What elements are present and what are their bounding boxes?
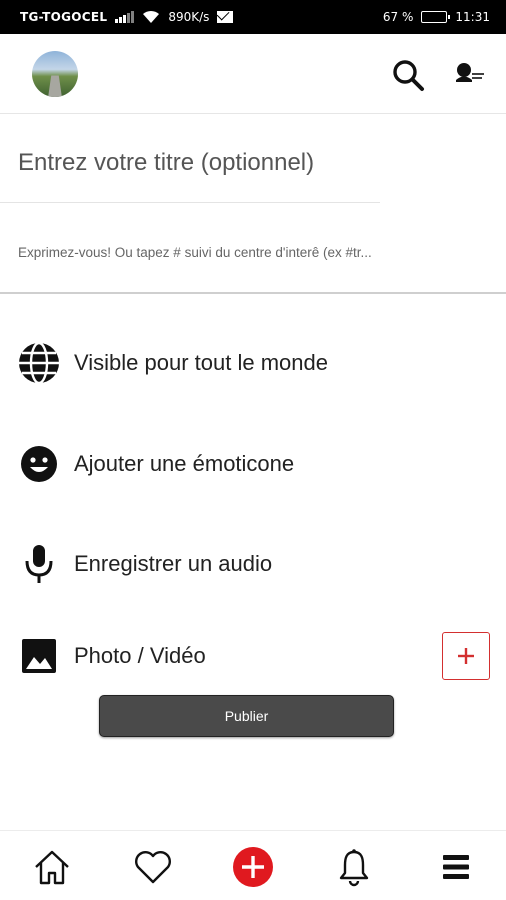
title-divider xyxy=(0,202,380,203)
status-bar: TG-TOGOCEL 890K/s 67 % 11:31 xyxy=(0,0,506,34)
emoji-option[interactable]: Ajouter une émoticone xyxy=(16,440,294,488)
option-label: Ajouter une émoticone xyxy=(74,451,295,476)
home-icon xyxy=(35,850,69,885)
photo-video-option[interactable]: Photo / Vidéo xyxy=(16,632,206,680)
status-right: 67 % 11:31 xyxy=(383,10,490,24)
add-media-button[interactable] xyxy=(442,632,490,680)
avatar[interactable] xyxy=(32,51,78,97)
option-label: Visible pour tout le monde xyxy=(74,350,328,375)
image-icon xyxy=(16,633,62,679)
carrier-name: TG-TOGOCEL xyxy=(20,10,108,24)
search-icon[interactable] xyxy=(391,58,425,92)
app-header xyxy=(0,34,506,114)
publish-button[interactable]: Publier xyxy=(99,695,394,737)
option-label: Photo / Vidéo xyxy=(74,643,206,668)
audio-option[interactable]: Enregistrer un audio xyxy=(16,540,272,588)
title-input[interactable] xyxy=(18,138,478,188)
menu-icon xyxy=(443,855,469,879)
profile-icon[interactable] xyxy=(452,60,486,88)
battery-percent: 67 % xyxy=(382,10,414,24)
battery-icon xyxy=(421,11,451,23)
wifi-icon xyxy=(143,10,160,23)
nav-menu[interactable] xyxy=(434,845,478,889)
nav-home[interactable] xyxy=(30,845,74,889)
nav-notifications[interactable] xyxy=(332,845,376,889)
network-speed: 890K/s xyxy=(168,10,210,24)
heart-icon xyxy=(135,851,171,884)
visibility-option[interactable]: Visible pour tout le monde xyxy=(16,339,328,387)
status-left: TG-TOGOCEL 890K/s xyxy=(20,10,234,24)
nav-create[interactable] xyxy=(231,845,275,889)
microphone-icon xyxy=(16,541,62,587)
bell-icon xyxy=(339,849,369,887)
body-input[interactable] xyxy=(18,236,494,268)
add-icon xyxy=(233,847,273,887)
globe-icon xyxy=(16,340,62,386)
emoji-icon xyxy=(16,441,62,487)
signal-icon xyxy=(115,11,135,23)
nav-favorites[interactable] xyxy=(131,845,175,889)
body-divider xyxy=(0,292,506,294)
mail-icon xyxy=(217,11,234,23)
clock: 11:31 xyxy=(455,10,490,24)
bottom-nav xyxy=(0,830,506,900)
plus-icon xyxy=(458,648,474,664)
option-label: Enregistrer un audio xyxy=(74,551,273,576)
